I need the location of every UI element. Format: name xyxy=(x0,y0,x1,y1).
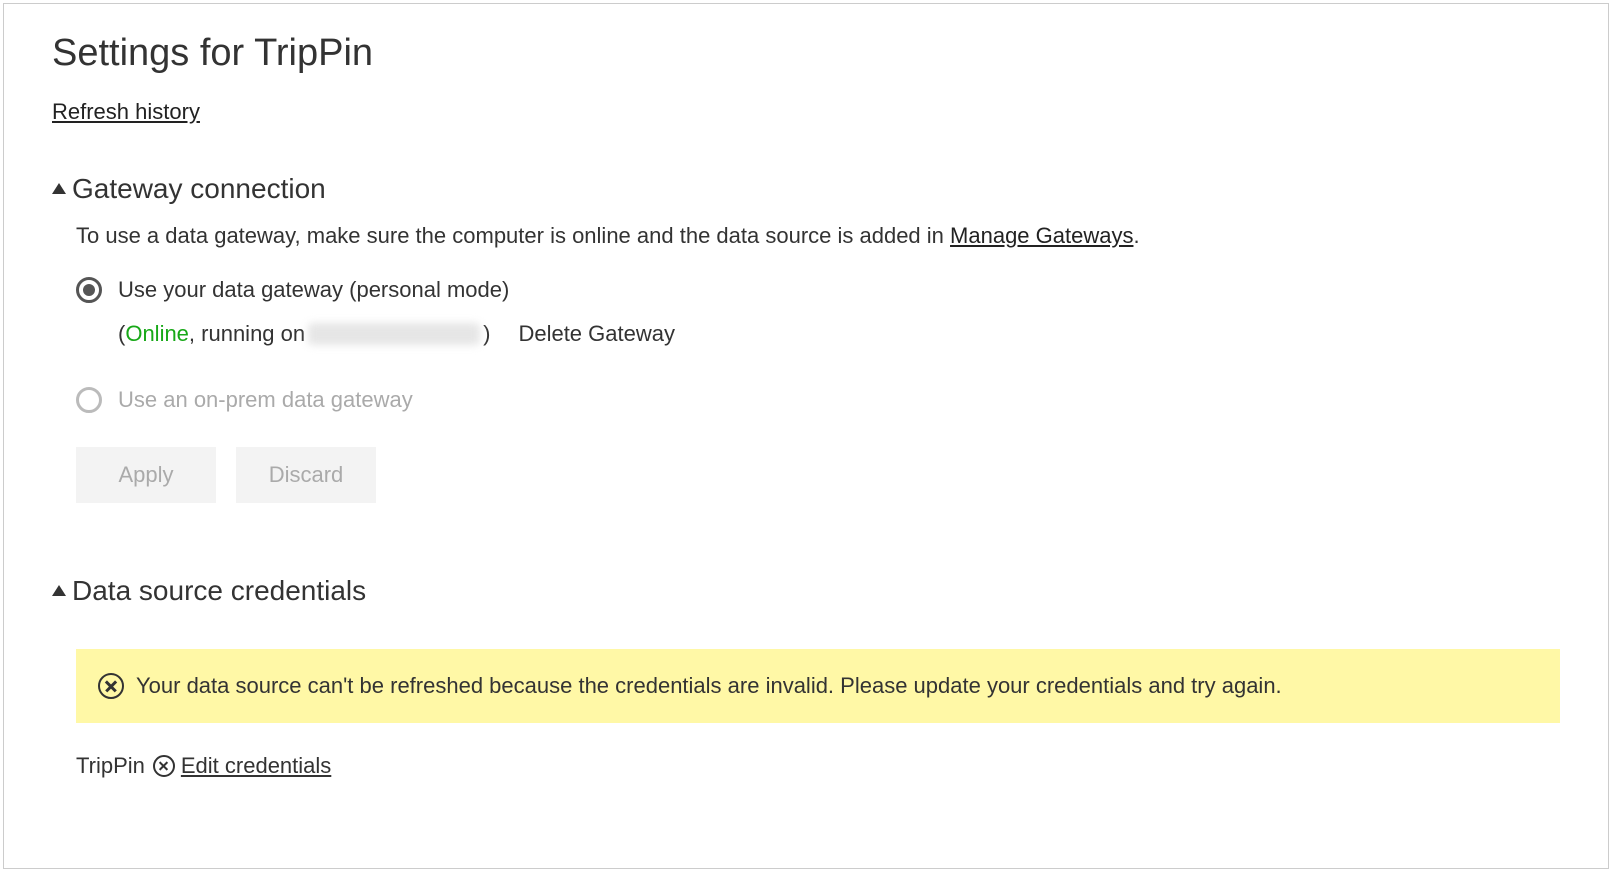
radio-selected-icon xyxy=(76,277,102,303)
credentials-section-toggle[interactable]: Data source credentials xyxy=(52,575,1560,607)
gateway-desc-text: To use a data gateway, make sure the com… xyxy=(76,223,950,248)
gateway-button-row: Apply Discard xyxy=(76,447,1560,503)
page-title: Settings for TripPin xyxy=(52,32,1560,75)
radio-onprem-gateway: Use an on-prem data gateway xyxy=(76,387,1560,413)
caret-up-icon xyxy=(52,585,66,596)
radio-personal-gateway[interactable]: Use your data gateway (personal mode) xyxy=(76,277,1560,303)
error-icon-small xyxy=(153,755,175,777)
credentials-section: Data source credentials Your data source… xyxy=(52,575,1560,779)
credential-source-name: TripPin xyxy=(76,753,145,779)
settings-panel: Settings for TripPin Refresh history Gat… xyxy=(3,3,1609,869)
edit-credentials-link[interactable]: Edit credentials xyxy=(181,753,331,779)
apply-button: Apply xyxy=(76,447,216,503)
credentials-section-title: Data source credentials xyxy=(72,575,366,607)
gateway-machine-name-redacted xyxy=(308,323,480,345)
gateway-section-toggle[interactable]: Gateway connection xyxy=(52,173,1560,205)
credentials-warning-text: Your data source can't be refreshed beca… xyxy=(136,673,1282,699)
gateway-section-body: To use a data gateway, make sure the com… xyxy=(52,223,1560,503)
gateway-section-title: Gateway connection xyxy=(72,173,326,205)
refresh-history-link[interactable]: Refresh history xyxy=(52,99,200,125)
credentials-warning-banner: Your data source can't be refreshed beca… xyxy=(76,649,1560,723)
radio-onprem-label: Use an on-prem data gateway xyxy=(118,387,413,413)
gateway-desc-suffix: . xyxy=(1133,223,1139,248)
radio-disabled-icon xyxy=(76,387,102,413)
manage-gateways-link[interactable]: Manage Gateways xyxy=(950,223,1133,248)
error-icon xyxy=(98,673,124,699)
delete-gateway-link[interactable]: Delete Gateway xyxy=(518,321,675,347)
status-running-on: , running on xyxy=(189,321,305,347)
credentials-section-body: Your data source can't be refreshed beca… xyxy=(52,649,1560,779)
credential-row: TripPin Edit credentials xyxy=(76,753,1560,779)
radio-personal-label: Use your data gateway (personal mode) xyxy=(118,277,509,303)
gateway-description: To use a data gateway, make sure the com… xyxy=(76,223,1560,249)
status-open-paren: ( xyxy=(118,321,125,347)
caret-up-icon xyxy=(52,183,66,194)
status-online: Online xyxy=(125,321,189,347)
status-close-paren: ) xyxy=(483,321,490,347)
gateway-status: (Online, running on ) Delete Gateway xyxy=(118,321,1560,347)
gateway-section: Gateway connection To use a data gateway… xyxy=(52,173,1560,503)
discard-button: Discard xyxy=(236,447,376,503)
